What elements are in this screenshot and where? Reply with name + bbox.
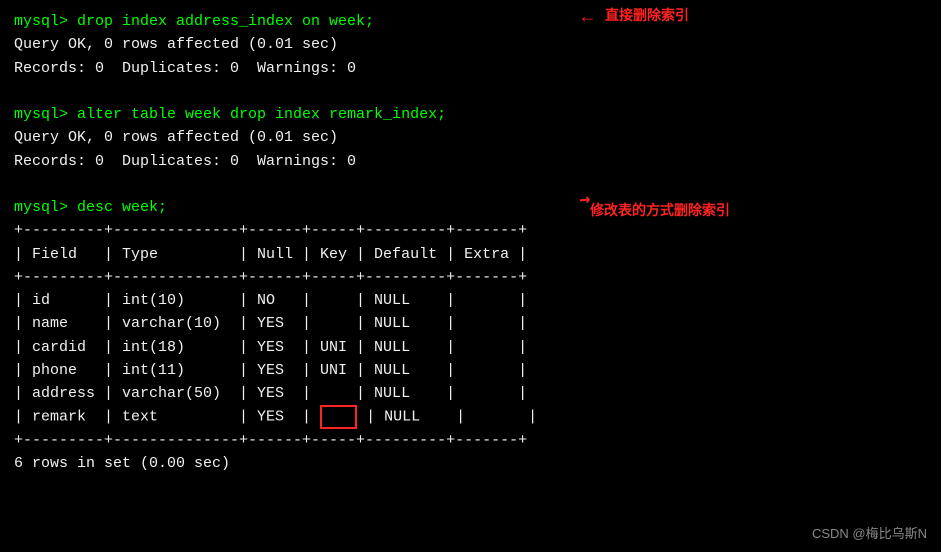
remark-prefix: | remark | text | YES |: [14, 409, 320, 426]
table-sep-3: +---------+--------------+------+-----+-…: [14, 429, 927, 452]
table-row-phone: | phone | int(11) | YES | UNI | NULL | |: [14, 359, 927, 382]
footer-line: 6 rows in set (0.00 sec): [14, 452, 927, 475]
table-row-cardid: | cardid | int(18) | YES | UNI | NULL | …: [14, 336, 927, 359]
blank-1: [14, 80, 927, 103]
table-row-address: | address | varchar(50) | YES | | NULL |…: [14, 382, 927, 405]
cmd-line-1: mysql> drop index address_index on week;: [14, 10, 927, 33]
result-line-3: Query OK, 0 rows affected (0.01 sec): [14, 126, 927, 149]
remark-key-box: [320, 405, 357, 429]
annotation-direct-delete: 直接删除索引: [605, 5, 689, 25]
table-header: | Field | Type | Null | Key | Default | …: [14, 243, 927, 266]
table-sep-1: +---------+--------------+------+-----+-…: [14, 219, 927, 242]
blank-2: [14, 173, 927, 196]
terminal: mysql> drop index address_index on week;…: [0, 0, 941, 552]
table-row-remark: | remark | text | YES | | NULL | |: [14, 405, 927, 429]
cmd-line-3: mysql> desc week;: [14, 196, 927, 219]
result-line-2: Records: 0 Duplicates: 0 Warnings: 0: [14, 57, 927, 80]
table-sep-2: +---------+--------------+------+-----+-…: [14, 266, 927, 289]
cmd-line-2: mysql> alter table week drop index remar…: [14, 103, 927, 126]
table-row-name: | name | varchar(10) | YES | | NULL | |: [14, 312, 927, 335]
remark-suffix: | NULL | |: [357, 409, 537, 426]
csdn-watermark: CSDN @梅比乌斯N: [812, 523, 927, 542]
result-line-4: Records: 0 Duplicates: 0 Warnings: 0: [14, 150, 927, 173]
arrow-right-1: ←: [582, 8, 593, 28]
table-row-id: | id | int(10) | NO | | NULL | |: [14, 289, 927, 312]
result-line-1: Query OK, 0 rows affected (0.01 sec): [14, 33, 927, 56]
annotation-alter-delete: 修改表的方式删除索引: [590, 200, 730, 220]
